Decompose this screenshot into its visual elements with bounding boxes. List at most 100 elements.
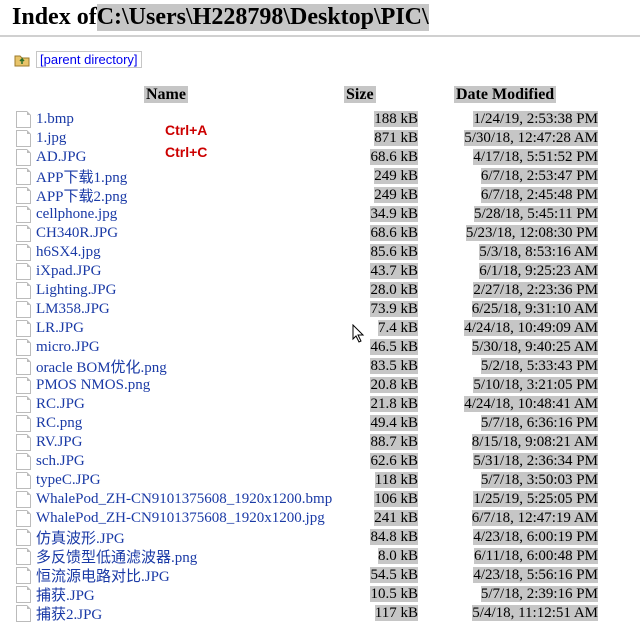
file-name-link[interactable]: 恒流源电路对比.JPG [32, 565, 346, 586]
file-icon [14, 111, 32, 128]
file-date: 6/7/18, 12:47:19 AM [418, 510, 602, 527]
header-date[interactable]: Date Modified [454, 86, 556, 103]
table-row: WhalePod_ZH-CN9101375608_1920x1200.jpg24… [14, 509, 626, 528]
file-name-link[interactable]: APP下载1.png [32, 166, 346, 187]
file-icon [14, 282, 32, 299]
table-row: sch.JPG62.6 kB5/31/18, 2:36:34 PM [14, 452, 626, 471]
table-row: cellphone.jpg34.9 kB5/28/18, 5:45:11 PM [14, 205, 626, 224]
table-row: oracle BOM优化.png83.5 kB5/2/18, 5:33:43 P… [14, 357, 626, 376]
file-icon [14, 187, 32, 204]
file-icon [14, 453, 32, 470]
folder-up-icon [14, 52, 30, 68]
parent-directory-link[interactable]: [parent directory] [36, 51, 142, 68]
file-size: 106 kB [346, 491, 418, 508]
file-size: 85.6 kB [346, 244, 418, 261]
file-date: 5/28/18, 5:45:11 PM [418, 206, 602, 223]
file-size: 88.7 kB [346, 434, 418, 451]
file-size: 68.6 kB [346, 225, 418, 242]
file-name-link[interactable]: LR.JPG [32, 320, 346, 337]
file-size: 84.8 kB [346, 529, 418, 546]
file-icon [14, 130, 32, 147]
file-size: 8.0 kB [346, 548, 418, 565]
file-size: 43.7 kB [346, 263, 418, 280]
table-row: micro.JPG46.5 kB5/30/18, 9:40:25 AM [14, 338, 626, 357]
file-name-link[interactable]: oracle BOM优化.png [32, 356, 346, 377]
file-icon [14, 491, 32, 508]
file-name-link[interactable]: Lighting.JPG [32, 282, 346, 299]
file-name-link[interactable]: WhalePod_ZH-CN9101375608_1920x1200.bmp [32, 491, 346, 508]
title-path: C:\Users\H228798\Desktop\PIC\ [97, 4, 429, 31]
file-icon [14, 434, 32, 451]
table-row: PMOS NMOS.png20.8 kB5/10/18, 3:21:05 PM [14, 376, 626, 395]
file-icon [14, 206, 32, 223]
file-date: 8/15/18, 9:08:21 AM [418, 434, 602, 451]
table-row: LR.JPG7.4 kB4/24/18, 10:49:09 AM [14, 319, 626, 338]
file-icon [14, 396, 32, 413]
table-row: Lighting.JPG28.0 kB2/27/18, 2:23:36 PM [14, 281, 626, 300]
file-size: 871 kB [346, 130, 418, 147]
file-date: 5/3/18, 8:53:16 AM [418, 244, 602, 261]
file-name-link[interactable]: 仿真波形.JPG [32, 527, 346, 548]
file-name-link[interactable]: CH340R.JPG [32, 225, 346, 242]
file-date: 5/7/18, 6:36:16 PM [418, 415, 602, 432]
file-date: 6/1/18, 9:25:23 AM [418, 263, 602, 280]
table-row: APP下载1.png249 kB6/7/18, 2:53:47 PM [14, 167, 626, 186]
title-prefix: Index of [12, 4, 97, 31]
header-name[interactable]: Name [144, 86, 188, 103]
file-name-link[interactable]: cellphone.jpg [32, 206, 346, 223]
file-icon [14, 510, 32, 527]
file-name-link[interactable]: RC.JPG [32, 396, 346, 413]
file-icon [14, 320, 32, 337]
file-date: 5/10/18, 3:21:05 PM [418, 377, 602, 394]
file-size: 7.4 kB [346, 320, 418, 337]
file-date: 6/7/18, 2:45:48 PM [418, 187, 602, 204]
file-name-link[interactable]: 多反馈型低通滤波器.png [32, 546, 346, 567]
table-row: h6SX4.jpg85.6 kB5/3/18, 8:53:16 AM [14, 243, 626, 262]
file-size: 20.8 kB [346, 377, 418, 394]
table-row: APP下载2.png249 kB6/7/18, 2:45:48 PM [14, 186, 626, 205]
table-row: 1.jpg871 kB5/30/18, 12:47:28 AM [14, 129, 626, 148]
file-icon [14, 168, 32, 185]
file-name-link[interactable]: 捕获.JPG [32, 584, 346, 605]
table-row: 捕获.JPG10.5 kB5/7/18, 2:39:16 PM [14, 585, 626, 604]
file-date: 5/23/18, 12:08:30 PM [418, 225, 602, 242]
file-icon [14, 472, 32, 489]
file-size: 21.8 kB [346, 396, 418, 413]
file-name-link[interactable]: WhalePod_ZH-CN9101375608_1920x1200.jpg [32, 510, 346, 527]
file-date: 1/25/19, 5:25:05 PM [418, 491, 602, 508]
file-icon [14, 149, 32, 166]
file-date: 2/27/18, 2:23:36 PM [418, 282, 602, 299]
file-date: 6/11/18, 6:00:48 PM [418, 548, 602, 565]
file-date: 5/30/18, 9:40:25 AM [418, 339, 602, 356]
file-name-link[interactable]: micro.JPG [32, 339, 346, 356]
file-listing: Name Size Date Modified 1.bmp188 kB1/24/… [0, 86, 640, 631]
file-name-link[interactable]: RC.png [32, 415, 346, 432]
file-date: 4/17/18, 5:51:52 PM [418, 149, 602, 166]
file-date: 4/24/18, 10:48:41 AM [418, 396, 602, 413]
table-row: 1.bmp188 kB1/24/19, 2:53:38 PM [14, 110, 626, 129]
file-size: 54.5 kB [346, 567, 418, 584]
file-date: 6/25/18, 9:31:10 AM [418, 301, 602, 318]
file-date: 4/24/18, 10:49:09 AM [418, 320, 602, 337]
annotation-ctrl-a: Ctrl+A [165, 122, 207, 138]
file-name-link[interactable]: h6SX4.jpg [32, 244, 346, 261]
file-name-link[interactable]: LM358.JPG [32, 301, 346, 318]
file-size: 34.9 kB [346, 206, 418, 223]
header-size[interactable]: Size [344, 86, 376, 103]
file-date: 6/7/18, 2:53:47 PM [418, 168, 602, 185]
file-name-link[interactable]: PMOS NMOS.png [32, 377, 346, 394]
file-name-link[interactable]: sch.JPG [32, 453, 346, 470]
file-icon [14, 225, 32, 242]
file-name-link[interactable]: RV.JPG [32, 434, 346, 451]
file-name-link[interactable]: typeC.JPG [32, 472, 346, 489]
column-headers: Name Size Date Modified [14, 86, 626, 104]
table-row: 恒流源电路对比.JPG54.5 kB4/23/18, 5:56:16 PM [14, 566, 626, 585]
page-title: Index of C:\Users\H228798\Desktop\PIC\ [0, 0, 640, 37]
file-name-link[interactable]: iXpad.JPG [32, 263, 346, 280]
file-size: 68.6 kB [346, 149, 418, 166]
file-name-link[interactable]: APP下载2.png [32, 185, 346, 206]
table-row: 仿真波形.JPG84.8 kB4/23/18, 6:00:19 PM [14, 528, 626, 547]
file-icon [14, 586, 32, 603]
table-row: LM358.JPG73.9 kB6/25/18, 9:31:10 AM [14, 300, 626, 319]
file-date: 4/23/18, 6:00:19 PM [418, 529, 602, 546]
